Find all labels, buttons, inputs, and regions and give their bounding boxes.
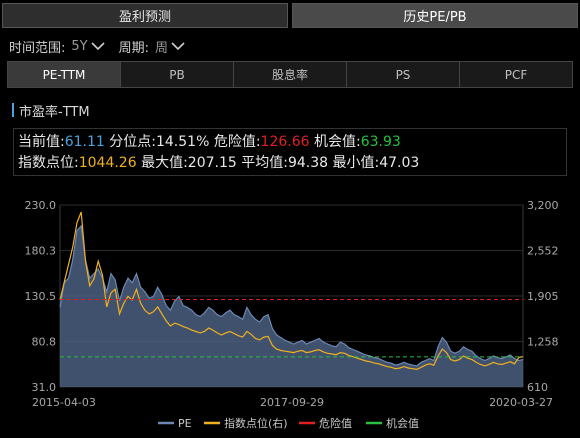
legend-label: 指数点位(右) [224, 416, 288, 430]
y-left-tick-label: 130.5 [25, 290, 57, 303]
filter-row: 时间范围: 5Y 周期: 周 [9, 36, 185, 56]
y-left-tick-label: 31.0 [32, 381, 57, 394]
chevron-down-icon[interactable] [91, 41, 105, 51]
tab-earnings-forecast[interactable]: 盈利预测 [2, 3, 288, 28]
y-right-tick-label: 1,905 [527, 290, 559, 303]
current-label: 当前值: [18, 134, 65, 150]
legend-label: PE [178, 417, 192, 430]
time-range-select[interactable]: 5Y [71, 39, 87, 54]
tab-ps[interactable]: PS [347, 62, 460, 87]
current-value: 61.11 [64, 134, 105, 150]
max-value: 207.15 [187, 155, 237, 171]
legend-label: 危险值 [319, 416, 352, 430]
y-left-tick-label: 180.3 [25, 245, 57, 258]
chart-legend: PE 指数点位(右) 危险值 机会值 [158, 416, 419, 430]
x-tick-label: 2020-03-27 [489, 396, 553, 409]
percentile-label: 分位点: [109, 134, 156, 150]
metric-tab-bar: PE-TTM PB 股息率 PS PCF [7, 61, 573, 88]
x-tick-label: 2015-04-03 [32, 396, 96, 409]
section-accent-bar [12, 103, 14, 117]
danger-value: 126.66 [260, 134, 310, 150]
index-label: 指数点位: [18, 155, 79, 171]
time-range-label: 时间范围: [9, 40, 66, 56]
stats-row-2: 指数点位:1044.26 最大值:207.15 平均值:94.38 最小值:47… [18, 153, 562, 174]
period-label: 周期: [118, 40, 149, 56]
y-right-tick-label: 1,258 [527, 336, 559, 349]
tab-pcf[interactable]: PCF [460, 62, 572, 87]
min-label: 最小值: [332, 155, 380, 171]
y-left-tick-label: 230.0 [25, 199, 57, 212]
max-label: 最大值: [141, 155, 188, 171]
min-value: 47.03 [379, 155, 420, 171]
y-right-tick-label: 3,200 [527, 199, 559, 212]
y-left-tick-label: 80.8 [32, 336, 57, 349]
tab-history-pe-pb[interactable]: 历史PE/PB [292, 3, 578, 28]
stats-panel: 当前值:61.11 分位点:14.51% 危险值:126.66 机会值:63.9… [13, 128, 567, 176]
y-right-tick-label: 610 [527, 381, 548, 394]
opportunity-label: 机会值: [314, 134, 361, 150]
avg-label: 平均值: [241, 155, 288, 171]
section-title-text: 市盈率-TTM [19, 104, 90, 120]
percentile-value: 14.51% [155, 134, 210, 150]
chart-series [59, 211, 524, 387]
tab-pe-ttm[interactable]: PE-TTM [8, 62, 121, 87]
section-title: 市盈率-TTM [12, 101, 90, 120]
period-select[interactable]: 周 [155, 37, 168, 56]
danger-label: 危险值: [213, 134, 261, 150]
top-tab-bar: 盈利预测 历史PE/PB [2, 3, 578, 28]
opportunity-value: 63.93 [360, 134, 401, 150]
legend-label: 机会值 [386, 416, 419, 430]
pe-history-chart[interactable]: 230.0 3,200 180.3 2,552 130.5 1,905 80.8 1,258 3… [0, 180, 580, 438]
index-value: 1044.26 [78, 155, 137, 171]
x-tick-label: 2017-09-29 [260, 396, 324, 409]
tab-dividend-yield[interactable]: 股息率 [234, 62, 347, 87]
chevron-down-icon[interactable] [171, 41, 185, 51]
tab-pb[interactable]: PB [121, 62, 234, 87]
stats-row-1: 当前值:61.11 分位点:14.51% 危险值:126.66 机会值:63.9… [18, 132, 562, 153]
avg-value: 94.38 [287, 155, 329, 171]
y-right-tick-label: 2,552 [527, 245, 559, 258]
